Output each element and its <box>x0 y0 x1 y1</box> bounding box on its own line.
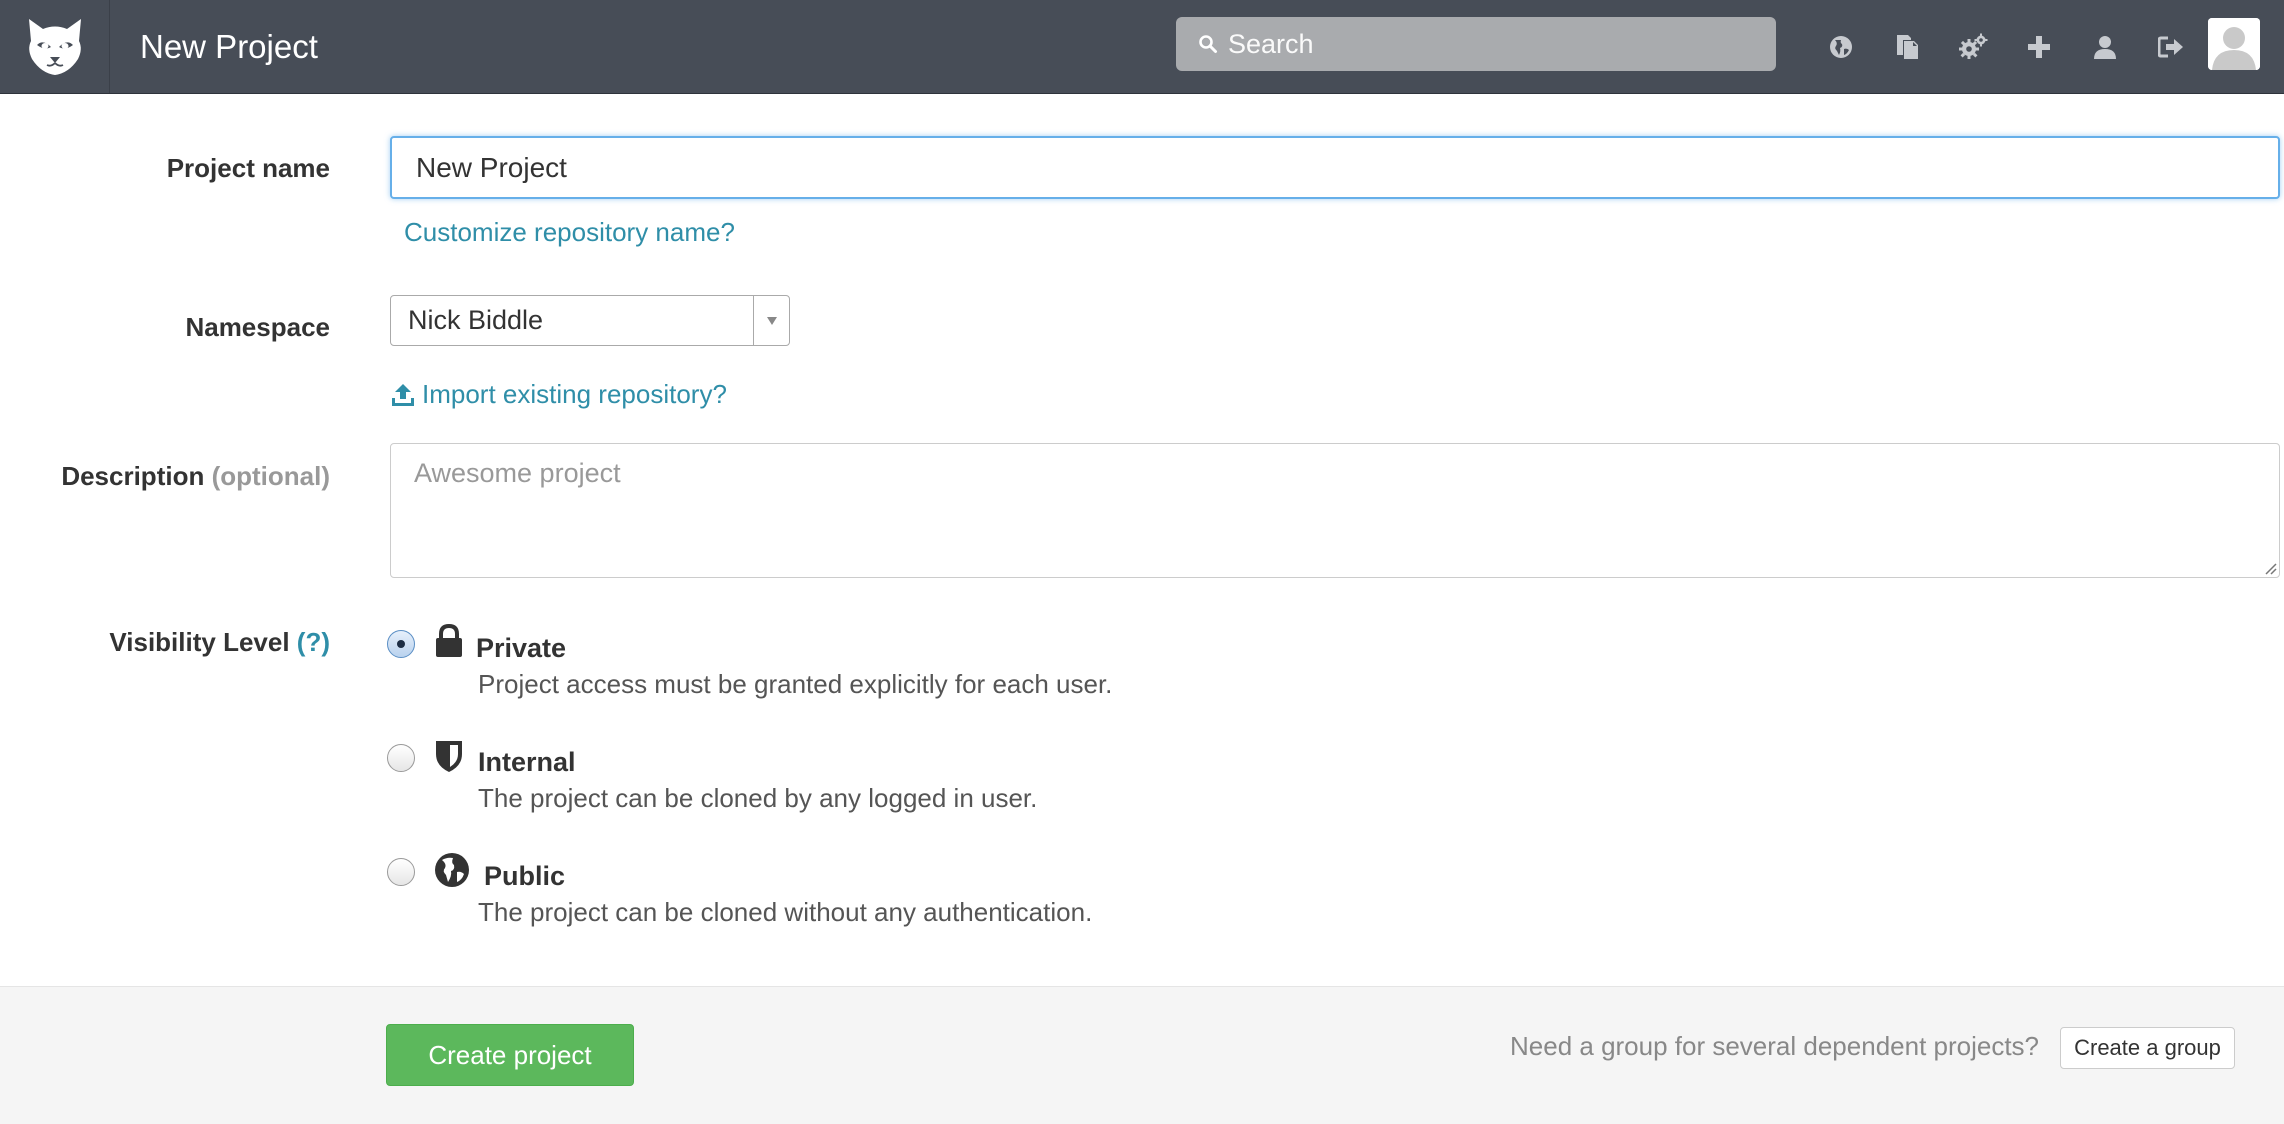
globe-icon <box>435 853 469 887</box>
user-icon <box>2094 35 2116 59</box>
create-project-button[interactable]: Create project <box>386 1024 634 1086</box>
visibility-title-internal: Internal <box>478 747 576 777</box>
customize-repository-name-link[interactable]: Customize repository name? <box>404 217 735 248</box>
namespace-selected-value: Nick Biddle <box>408 305 544 335</box>
resize-grip-icon[interactable] <box>2262 560 2278 576</box>
gitlab-logo[interactable] <box>0 0 110 93</box>
visibility-title-private: Private <box>476 633 567 663</box>
caret-down-icon <box>766 316 777 325</box>
namespace-select[interactable]: Nick Biddle <box>390 295 790 346</box>
project-name-label: Project name <box>166 153 330 183</box>
snippets-button[interactable] <box>1874 14 1940 80</box>
visibility-desc-internal: The project can be cloned by any logged … <box>478 783 1038 813</box>
visibility-radio-public[interactable] <box>387 858 415 886</box>
form-actions: Create project Need a group for several … <box>0 986 2284 1124</box>
admin-area-button[interactable] <box>1940 14 2006 80</box>
page-title: New Project <box>140 28 318 65</box>
sign-out-button[interactable] <box>2138 14 2204 80</box>
import-existing-repository-link[interactable]: Import existing repository? <box>390 379 727 410</box>
top-navbar: New Project <box>0 0 2284 94</box>
new-project-button[interactable] <box>2006 14 2072 80</box>
visibility-radio-private[interactable] <box>387 630 415 658</box>
copy-icon <box>1897 34 1918 59</box>
search-input[interactable] <box>1228 19 1748 69</box>
user-avatar[interactable] <box>2208 18 2260 70</box>
visibility-desc-private: Project access must be granted explicitl… <box>478 669 1113 699</box>
plus-icon <box>2028 35 2050 58</box>
sign-out-icon <box>2158 36 2183 57</box>
description-textarea[interactable] <box>390 443 2280 578</box>
dropdown-arrow <box>753 296 789 345</box>
visibility-help-link[interactable]: (?) <box>297 627 330 657</box>
optional-hint: (optional) <box>211 461 330 491</box>
explore-button[interactable] <box>1808 14 1874 80</box>
visibility-level-label: Visibility Level (?) <box>109 627 330 658</box>
namespace-label: Namespace <box>185 312 330 342</box>
admin-gears-icon <box>1959 33 1988 59</box>
globe-icon <box>1830 35 1852 58</box>
visibility-label-text: Visibility Level <box>109 627 290 657</box>
lock-icon <box>436 624 462 657</box>
shield-icon <box>436 741 462 772</box>
logo-icon <box>28 18 81 75</box>
description-label: Description (optional) <box>61 461 330 492</box>
radio-dot <box>397 640 405 648</box>
description-label-text: Description <box>61 461 205 491</box>
default-avatar-icon <box>2208 18 2260 70</box>
nav-icon-bar <box>1808 0 2204 93</box>
visibility-desc-public: The project can be cloned without any au… <box>478 897 1093 927</box>
profile-settings-button[interactable] <box>2072 14 2138 80</box>
upload-icon <box>392 383 414 406</box>
project-name-input[interactable] <box>390 136 2280 199</box>
import-link-label: Import existing repository? <box>422 379 727 409</box>
create-group-button[interactable]: Create a group <box>2060 1027 2235 1069</box>
visibility-title-public: Public <box>484 861 566 891</box>
search-box[interactable] <box>1176 17 1776 71</box>
search-icon <box>1199 35 1217 53</box>
visibility-radio-internal[interactable] <box>387 744 415 772</box>
group-prompt-text: Need a group for several dependent proje… <box>1510 1031 2040 1061</box>
